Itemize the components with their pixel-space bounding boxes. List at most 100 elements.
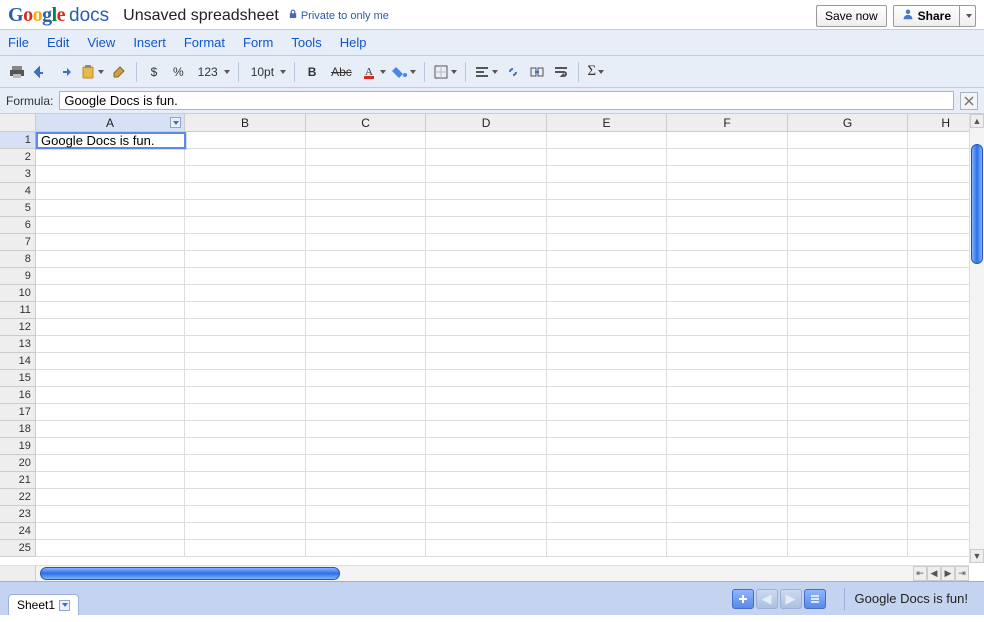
cell[interactable] bbox=[36, 302, 185, 319]
cell[interactable] bbox=[185, 438, 306, 455]
cell[interactable] bbox=[788, 132, 909, 149]
cell[interactable] bbox=[547, 506, 668, 523]
cell[interactable] bbox=[36, 506, 185, 523]
cell[interactable] bbox=[185, 132, 306, 149]
cell[interactable] bbox=[547, 251, 668, 268]
text-color-button[interactable]: A bbox=[360, 61, 388, 83]
cell[interactable] bbox=[667, 472, 788, 489]
column-menu-icon[interactable] bbox=[170, 117, 181, 128]
cell[interactable] bbox=[667, 523, 788, 540]
cell[interactable] bbox=[185, 455, 306, 472]
cell[interactable] bbox=[667, 149, 788, 166]
cell[interactable] bbox=[547, 166, 668, 183]
cell[interactable] bbox=[788, 166, 909, 183]
functions-button[interactable]: Σ bbox=[585, 61, 607, 83]
cell[interactable] bbox=[36, 251, 185, 268]
cell[interactable] bbox=[788, 387, 909, 404]
cell[interactable] bbox=[426, 387, 547, 404]
cell[interactable] bbox=[36, 149, 185, 166]
undo-button[interactable] bbox=[30, 61, 52, 83]
menu-tools[interactable]: Tools bbox=[291, 35, 321, 50]
merge-cells-button[interactable] bbox=[526, 61, 548, 83]
cell[interactable] bbox=[426, 336, 547, 353]
cell[interactable] bbox=[36, 234, 185, 251]
cell[interactable] bbox=[547, 370, 668, 387]
row-header[interactable]: 3 bbox=[0, 166, 36, 183]
cell[interactable] bbox=[426, 302, 547, 319]
cell[interactable] bbox=[36, 166, 185, 183]
all-sheets-button[interactable] bbox=[804, 589, 826, 609]
cell[interactable] bbox=[426, 268, 547, 285]
cell[interactable] bbox=[788, 353, 909, 370]
cell[interactable] bbox=[547, 455, 668, 472]
insert-link-button[interactable] bbox=[502, 61, 524, 83]
share-dropdown-button[interactable] bbox=[960, 5, 976, 27]
cell[interactable] bbox=[547, 200, 668, 217]
cell[interactable] bbox=[547, 472, 668, 489]
hscroll-right-end[interactable]: ⇥ bbox=[955, 566, 969, 581]
strikethrough-button[interactable]: Abc bbox=[325, 61, 358, 83]
cell[interactable] bbox=[36, 217, 185, 234]
row-header[interactable]: 6 bbox=[0, 217, 36, 234]
cell[interactable] bbox=[547, 404, 668, 421]
cell[interactable] bbox=[185, 472, 306, 489]
cell[interactable] bbox=[306, 489, 427, 506]
vertical-scrollbar[interactable]: ▲ ▼ bbox=[969, 114, 984, 563]
cell[interactable] bbox=[667, 489, 788, 506]
cell[interactable] bbox=[667, 438, 788, 455]
cell[interactable] bbox=[667, 268, 788, 285]
menu-format[interactable]: Format bbox=[184, 35, 225, 50]
cell[interactable] bbox=[426, 540, 547, 557]
cell[interactable] bbox=[36, 387, 185, 404]
cell[interactable] bbox=[547, 183, 668, 200]
cell[interactable] bbox=[788, 404, 909, 421]
formula-input[interactable] bbox=[59, 91, 954, 110]
column-header-D[interactable]: D bbox=[426, 114, 547, 131]
cell[interactable] bbox=[667, 506, 788, 523]
cell[interactable] bbox=[788, 302, 909, 319]
cell[interactable] bbox=[306, 200, 427, 217]
sheet-tab-menu-icon[interactable] bbox=[59, 600, 70, 611]
column-header-C[interactable]: C bbox=[306, 114, 427, 131]
cell[interactable] bbox=[667, 132, 788, 149]
cell[interactable] bbox=[185, 200, 306, 217]
cell[interactable] bbox=[306, 302, 427, 319]
cell[interactable] bbox=[667, 166, 788, 183]
column-header-B[interactable]: B bbox=[185, 114, 306, 131]
cell[interactable] bbox=[426, 438, 547, 455]
cell[interactable] bbox=[36, 404, 185, 421]
cell[interactable] bbox=[788, 370, 909, 387]
scroll-down-button[interactable]: ▼ bbox=[970, 549, 984, 563]
row-header[interactable]: 11 bbox=[0, 302, 36, 319]
cell[interactable] bbox=[185, 523, 306, 540]
cell[interactable] bbox=[306, 285, 427, 302]
cell[interactable] bbox=[667, 336, 788, 353]
cell[interactable] bbox=[788, 489, 909, 506]
cell[interactable] bbox=[306, 506, 427, 523]
sheet-tab-sheet1[interactable]: Sheet1 bbox=[8, 594, 79, 615]
cell[interactable] bbox=[306, 455, 427, 472]
cell[interactable] bbox=[36, 268, 185, 285]
cell[interactable] bbox=[185, 217, 306, 234]
column-header-F[interactable]: F bbox=[667, 114, 788, 131]
cell[interactable] bbox=[306, 472, 427, 489]
row-header[interactable]: 9 bbox=[0, 268, 36, 285]
cell[interactable] bbox=[788, 336, 909, 353]
fill-color-button[interactable] bbox=[390, 61, 418, 83]
cell[interactable] bbox=[547, 268, 668, 285]
row-header[interactable]: 5 bbox=[0, 200, 36, 217]
cell[interactable] bbox=[306, 132, 427, 149]
hscroll-left[interactable]: ◀ bbox=[927, 566, 941, 581]
row-header[interactable]: 25 bbox=[0, 540, 36, 557]
privacy-indicator[interactable]: Private to only me bbox=[289, 9, 389, 22]
cell[interactable] bbox=[547, 540, 668, 557]
cell[interactable] bbox=[185, 404, 306, 421]
row-header[interactable]: 4 bbox=[0, 183, 36, 200]
row-header[interactable]: 22 bbox=[0, 489, 36, 506]
cell[interactable] bbox=[788, 268, 909, 285]
document-title[interactable]: Unsaved spreadsheet bbox=[123, 7, 279, 25]
cell[interactable] bbox=[667, 302, 788, 319]
cell[interactable] bbox=[185, 370, 306, 387]
align-button[interactable] bbox=[472, 61, 500, 83]
prev-sheet-button[interactable]: ◀ bbox=[756, 589, 778, 609]
